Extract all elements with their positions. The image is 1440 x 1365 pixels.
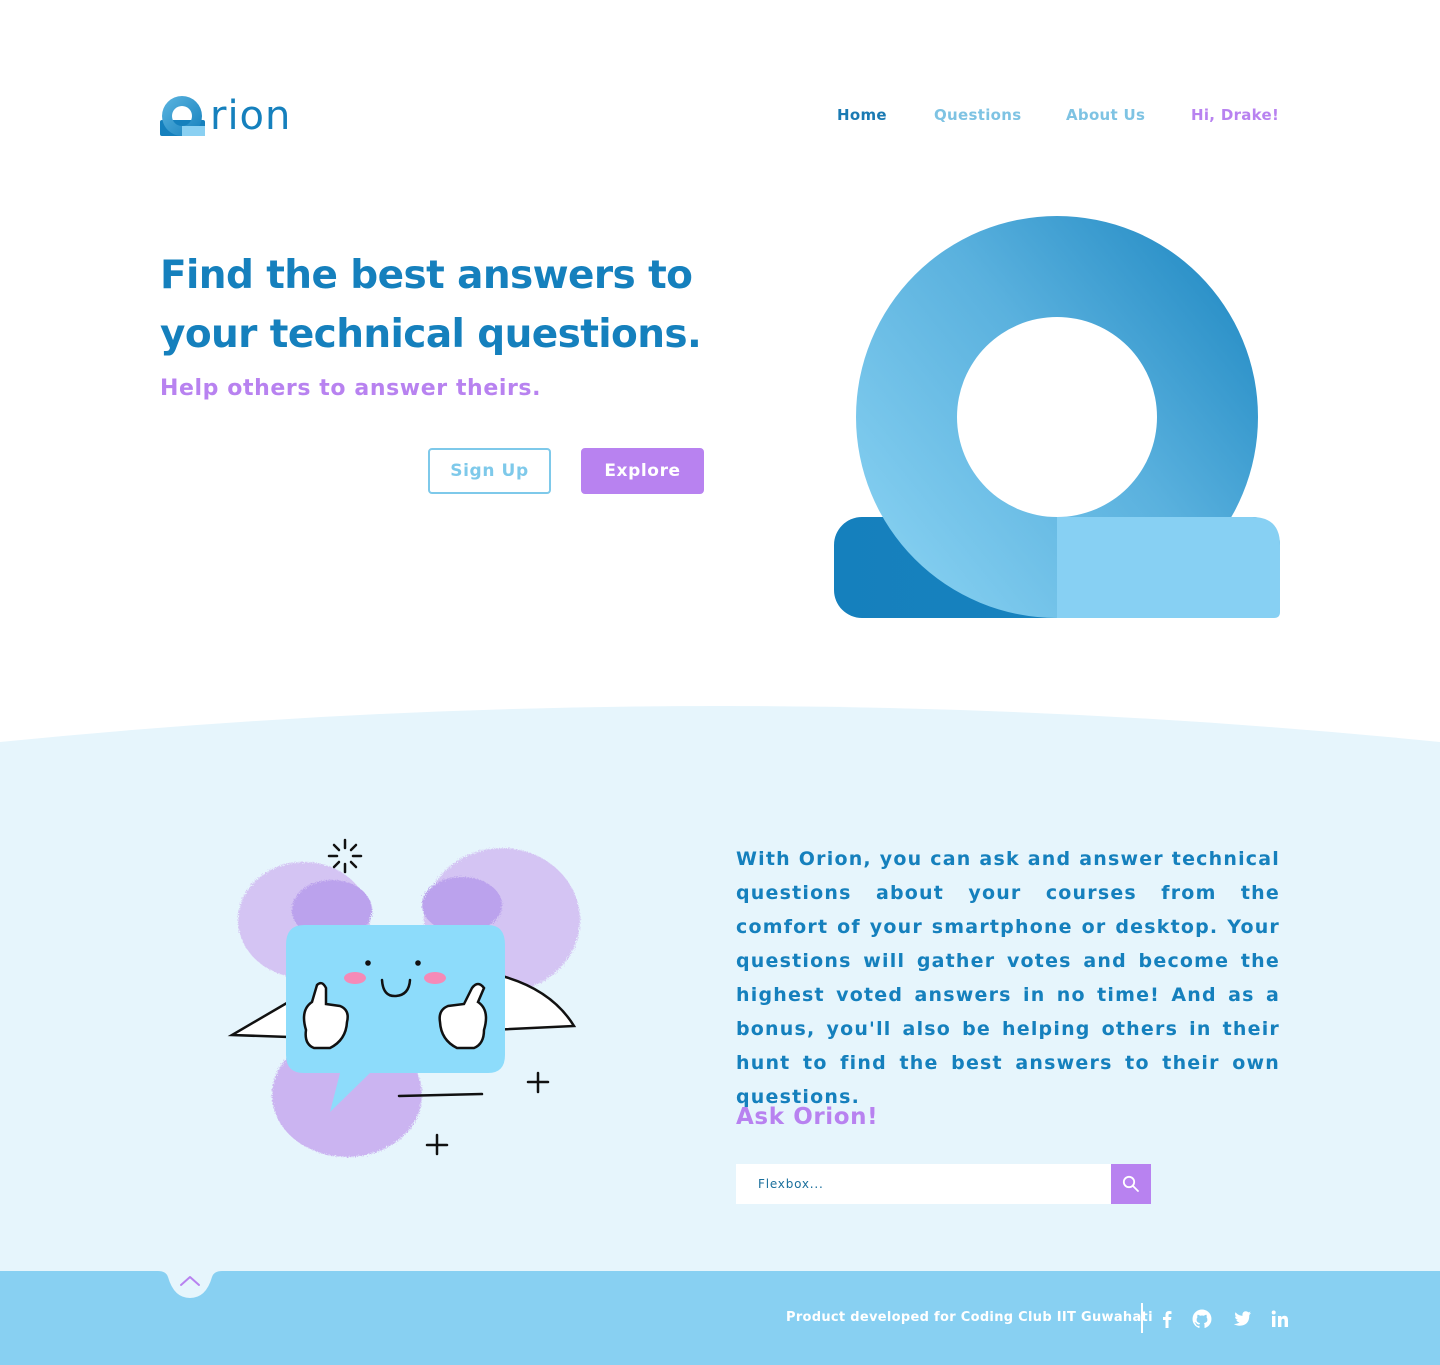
orion-logo[interactable]: rion xyxy=(160,93,300,140)
hero-subtitle: Help others to answer theirs. xyxy=(160,376,542,401)
search-icon xyxy=(1122,1175,1139,1192)
thumbs-up-chat-illustration xyxy=(227,838,580,1157)
info-paragraph: With Orion, you can ask and answer techn… xyxy=(736,848,1280,1108)
logo-wordmark: rion xyxy=(210,93,292,139)
search-button[interactable] xyxy=(1111,1164,1151,1204)
footer-divider xyxy=(1141,1303,1143,1333)
explore-button[interactable]: Explore xyxy=(581,448,704,494)
hero-title: Find the best answers to your technical … xyxy=(160,253,702,357)
github-icon[interactable] xyxy=(1190,1307,1214,1331)
nav-home[interactable]: Home xyxy=(837,106,887,126)
sign-up-button[interactable]: Sign Up xyxy=(428,448,551,494)
twitter-icon[interactable] xyxy=(1229,1307,1253,1331)
nav-questions[interactable]: Questions xyxy=(934,106,1021,126)
footer-credit: Product developed for Coding Club IIT Gu… xyxy=(786,1310,1153,1325)
nav-user-greeting[interactable]: Hi, Drake! xyxy=(1191,106,1279,126)
facebook-icon[interactable] xyxy=(1155,1307,1179,1331)
back-to-top-button[interactable] xyxy=(158,1271,222,1299)
nav-about-us[interactable]: About Us xyxy=(1066,106,1145,126)
ask-orion-heading: Ask Orion! xyxy=(736,1104,879,1130)
linkedin-icon[interactable] xyxy=(1268,1307,1292,1331)
orion-logo-mark xyxy=(160,96,205,136)
ask-search-bar xyxy=(736,1164,1151,1204)
ask-search-input[interactable] xyxy=(736,1164,1111,1204)
orion-hero-logo-art xyxy=(834,216,1280,618)
